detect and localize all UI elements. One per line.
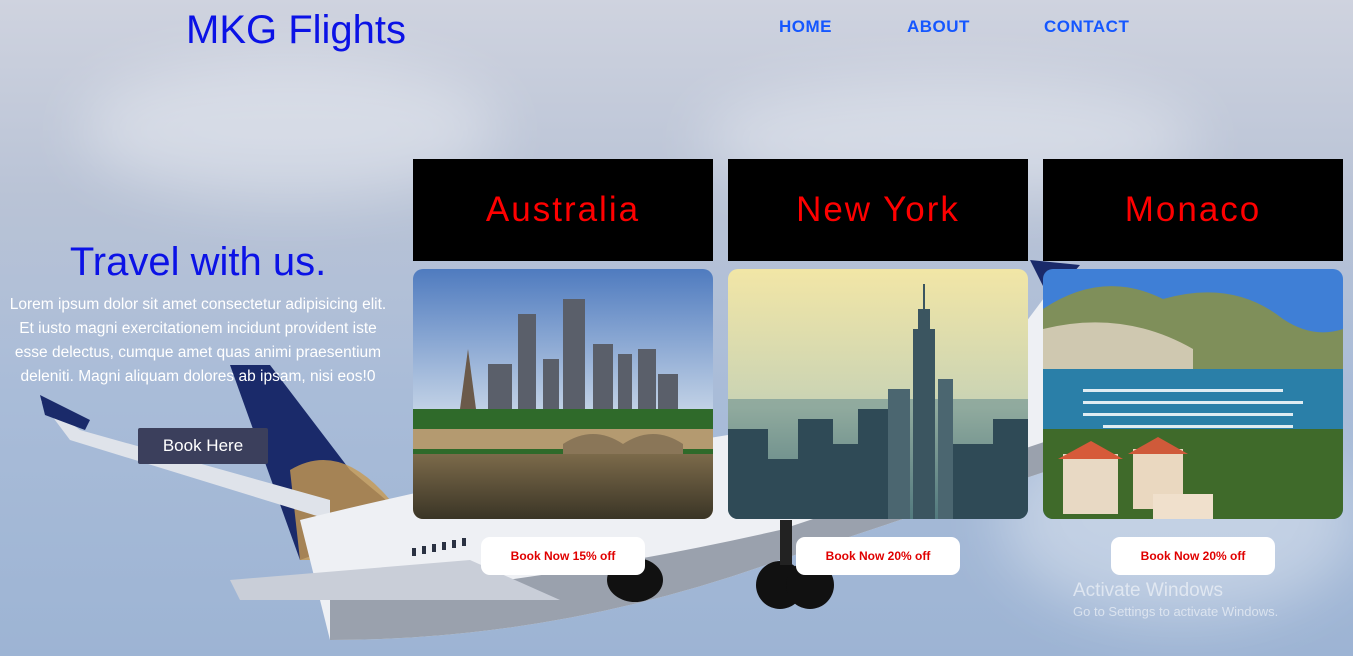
watermark-subtitle: Go to Settings to activate Windows.	[1073, 604, 1279, 619]
destination-title: Monaco	[1043, 159, 1343, 261]
activate-windows-watermark: Activate Windows Go to Settings to activ…	[1073, 580, 1278, 619]
site-brand-logo[interactable]: MKG Flights	[186, 8, 406, 53]
australia-city-photo	[413, 269, 713, 519]
nav-link-about[interactable]: ABOUT	[907, 17, 970, 37]
destination-card-monaco: Monaco Book Now 20% off	[1043, 159, 1343, 575]
hero-section: Travel with us. Lorem ipsum dolor sit am…	[0, 240, 396, 389]
book-here-button[interactable]: Book Here	[138, 428, 268, 464]
new-york-city-photo	[728, 269, 1028, 519]
destination-card-new-york: New York Book Now 20% off	[728, 159, 1028, 575]
nav-link-home[interactable]: HOME	[779, 17, 832, 37]
hero-description: Lorem ipsum dolor sit amet consectetur a…	[9, 296, 387, 385]
book-now-offer-button[interactable]: Book Now 20% off	[1111, 537, 1275, 575]
book-now-offer-button[interactable]: Book Now 20% off	[796, 537, 960, 575]
watermark-title: Activate Windows	[1073, 580, 1223, 601]
monaco-harbor-photo	[1043, 269, 1343, 519]
destination-card-australia: Australia Book Now 15% off	[413, 159, 713, 575]
nav-link-contact[interactable]: CONTACT	[1044, 17, 1129, 37]
hero-heading: Travel with us.	[69, 240, 327, 284]
book-now-offer-button[interactable]: Book Now 15% off	[481, 537, 645, 575]
destination-title: New York	[728, 159, 1028, 261]
destination-title: Australia	[413, 159, 713, 261]
